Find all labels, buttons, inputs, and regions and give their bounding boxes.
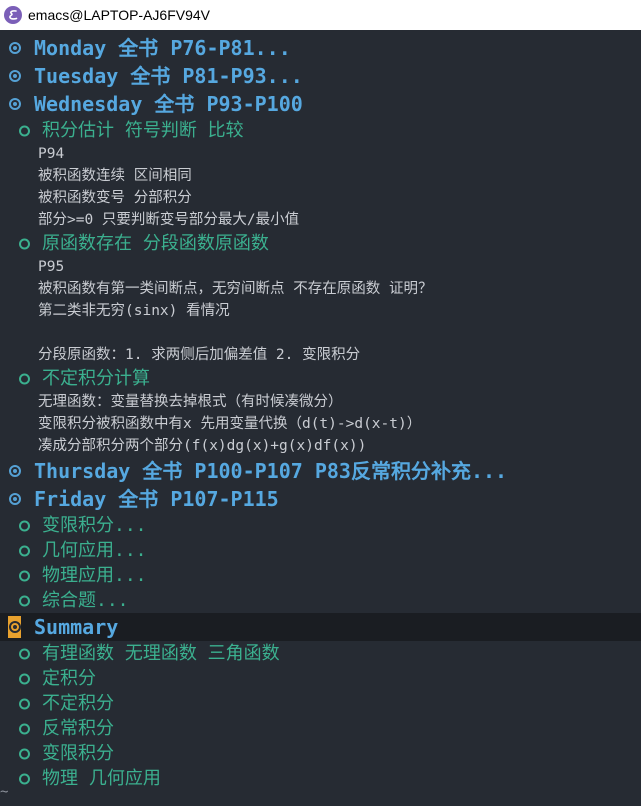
subheading-bullet-icon[interactable] <box>19 125 30 136</box>
subheading-bullet-icon[interactable] <box>19 723 30 734</box>
outline-body-line: 第二类非无穷(sinx) 看情况 <box>0 300 641 322</box>
line-text: Wednesday 全书 P93-P100 <box>34 92 303 116</box>
outline-heading-1[interactable]: Monday 全书 P76-P81... <box>0 34 641 62</box>
line-text: Thursday 全书 P100-P107 P83反常积分补充... <box>34 459 508 483</box>
text-cursor <box>8 616 21 638</box>
outline-heading-2[interactable]: 反常积分 <box>0 716 641 741</box>
outline-heading-1[interactable]: Wednesday 全书 P93-P100 <box>0 90 641 118</box>
heading-bullet-icon[interactable] <box>9 465 21 477</box>
outline-heading-2[interactable]: 原函数存在 分段函数原函数 <box>0 231 641 256</box>
line-text: 第二类非无穷(sinx) 看情况 <box>38 303 230 319</box>
line-text: 物理应用... <box>42 565 147 586</box>
outline-body-line <box>0 322 641 344</box>
subheading-bullet-icon[interactable] <box>19 673 30 684</box>
subheading-bullet-icon[interactable] <box>19 373 30 384</box>
outline-heading-2[interactable]: 物理 几何应用 <box>0 766 641 791</box>
line-text: 物理 几何应用 <box>42 768 161 789</box>
outline-heading-1[interactable]: Summary <box>0 613 641 641</box>
line-text: P95 <box>38 259 65 275</box>
subheading-bullet-icon[interactable] <box>19 748 30 759</box>
line-text: 变限积分被积函数中有x 先用变量代换（d(t)->d(x-t)） <box>38 416 422 432</box>
outline-heading-1[interactable]: Thursday 全书 P100-P107 P83反常积分补充... <box>0 457 641 485</box>
outline-heading-2[interactable]: 变限积分... <box>0 513 641 538</box>
outline-heading-2[interactable]: 综合题... <box>0 588 641 613</box>
outline-heading-2[interactable]: 有理函数 无理函数 三角函数 <box>0 641 641 666</box>
line-text: 积分估计 符号判断 比较 <box>42 120 244 141</box>
heading-bullet-icon[interactable] <box>9 70 21 82</box>
subheading-bullet-icon[interactable] <box>19 648 30 659</box>
outline-body-line: P95 <box>0 256 641 278</box>
outline-body-line: 被积函数有第一类间断点，无穷间断点 不存在原函数 证明？ <box>0 278 641 300</box>
line-text: 不定积分计算 <box>42 368 150 389</box>
outline-body-line: 被积函数变号 分部积分 <box>0 187 641 209</box>
line-text: Friday 全书 P107-P115 <box>34 487 279 511</box>
line-text: 变限积分 <box>42 743 114 764</box>
line-text: 变限积分... <box>42 515 147 536</box>
outline-heading-2[interactable]: 不定积分 <box>0 691 641 716</box>
outline-heading-2[interactable]: 积分估计 符号判断 比较 <box>0 118 641 143</box>
line-text: 不定积分 <box>42 693 114 714</box>
outline-body-line: 部分>=0 只要判断变号部分最大/最小值 <box>0 209 641 231</box>
window-title: emacs@LAPTOP-AJ6FV94V <box>28 7 211 23</box>
outline-body-line: 凑成分部积分两个部分(f(x)dg(x)+g(x)df(x)) <box>0 435 641 457</box>
line-text: 无理函数：变量替换去掉根式（有时候凑微分） <box>38 394 343 410</box>
outline-heading-2[interactable]: 定积分 <box>0 666 641 691</box>
outline-body-line: 无理函数：变量替换去掉根式（有时候凑微分） <box>0 391 641 413</box>
line-text: 定积分 <box>42 668 96 689</box>
outline-body-line: 变限积分被积函数中有x 先用变量代换（d(t)->d(x-t)） <box>0 413 641 435</box>
outline-body-line: 分段原函数：1. 求两侧后加偏差值 2. 变限积分 <box>0 344 641 366</box>
outline-heading-1[interactable]: Friday 全书 P107-P115 <box>0 485 641 513</box>
emacs-buffer[interactable]: Monday 全书 P76-P81... Tuesday 全书 P81-P93..… <box>0 30 641 806</box>
outline-heading-2[interactable]: 不定积分计算 <box>0 366 641 391</box>
line-text: 综合题... <box>42 590 129 611</box>
subheading-bullet-icon[interactable] <box>19 773 30 784</box>
heading-bullet-icon[interactable] <box>9 98 21 110</box>
line-text: 原函数存在 分段函数原函数 <box>42 233 269 254</box>
line-text: Monday 全书 P76-P81... <box>34 36 291 60</box>
line-text: 凑成分部积分两个部分(f(x)dg(x)+g(x)df(x)) <box>38 438 367 454</box>
subheading-bullet-icon[interactable] <box>19 238 30 249</box>
outline-heading-2[interactable]: 几何应用... <box>0 538 641 563</box>
emacs-icon <box>4 6 22 24</box>
outline-heading-1[interactable]: Tuesday 全书 P81-P93... <box>0 62 641 90</box>
line-text: 被积函数连续 区间相同 <box>38 168 192 184</box>
outline-heading-2[interactable]: 物理应用... <box>0 563 641 588</box>
heading-bullet-icon[interactable] <box>9 493 21 505</box>
outline-body-line: 被积函数连续 区间相同 <box>0 165 641 187</box>
end-of-buffer-marker: ~ <box>0 784 9 800</box>
line-text: 分段原函数：1. 求两侧后加偏差值 2. 变限积分 <box>38 347 361 363</box>
subheading-bullet-icon[interactable] <box>19 545 30 556</box>
line-text: P94 <box>38 146 65 162</box>
subheading-bullet-icon[interactable] <box>19 570 30 581</box>
line-text: 被积函数有第一类间断点，无穷间断点 不存在原函数 证明？ <box>38 281 433 297</box>
line-text: 被积函数变号 分部积分 <box>38 190 192 206</box>
subheading-bullet-icon[interactable] <box>19 520 30 531</box>
outline-heading-2[interactable]: 变限积分 <box>0 741 641 766</box>
line-text: 部分>=0 只要判断变号部分最大/最小值 <box>38 212 300 228</box>
line-text: 反常积分 <box>42 718 114 739</box>
heading-bullet-icon[interactable] <box>8 621 21 633</box>
line-text: 几何应用... <box>42 540 147 561</box>
line-text: 有理函数 无理函数 三角函数 <box>42 643 280 664</box>
line-text: Summary <box>34 615 119 639</box>
window-title-bar: emacs@LAPTOP-AJ6FV94V <box>0 0 641 30</box>
outline-body-line: P94 <box>0 143 641 165</box>
subheading-bullet-icon[interactable] <box>19 595 30 606</box>
heading-bullet-icon[interactable] <box>9 42 21 54</box>
subheading-bullet-icon[interactable] <box>19 698 30 709</box>
line-text: Tuesday 全书 P81-P93... <box>34 64 303 88</box>
